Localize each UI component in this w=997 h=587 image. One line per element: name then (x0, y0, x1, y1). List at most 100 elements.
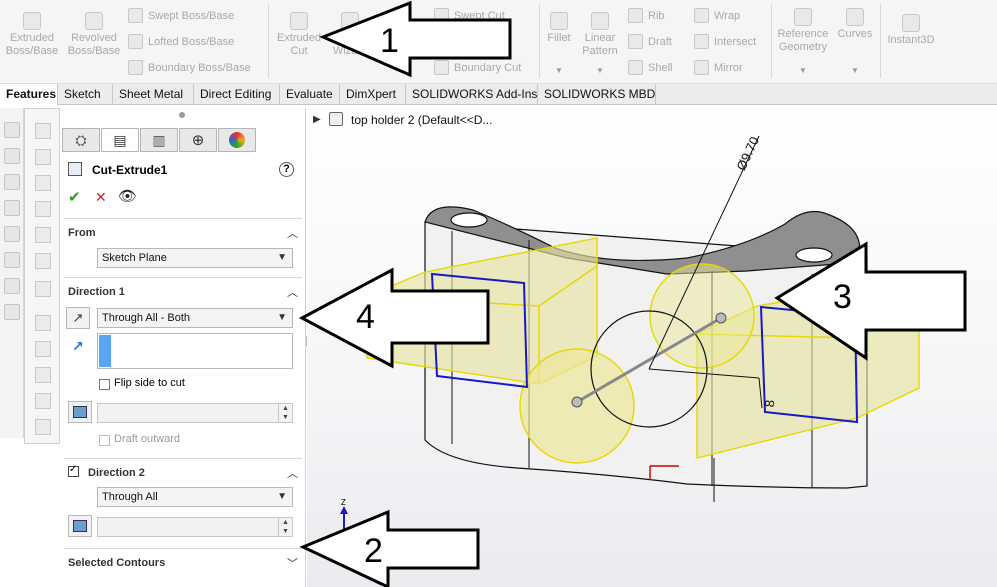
flyout-icon[interactable] (35, 175, 51, 191)
callout-label-3: 3 (833, 278, 852, 316)
direction2-end-condition-select[interactable]: Through All ▼ (97, 487, 293, 507)
spinner-up-icon[interactable]: ▲ (278, 518, 292, 527)
extruded-cut-button[interactable]: Extruded Cut (274, 12, 324, 58)
draft-button[interactable]: Draft (628, 34, 672, 49)
revolved-boss-button[interactable]: Revolved Boss/Base (66, 12, 122, 58)
boundary-boss-button[interactable]: Boundary Boss/Base (128, 60, 251, 75)
tab-property-manager[interactable]: ▤ (101, 128, 139, 152)
tab-feature-manager[interactable]: ⛭ (62, 128, 100, 152)
draft-toggle-button[interactable] (68, 401, 92, 423)
intersect-button[interactable]: Intersect (694, 34, 756, 49)
swept-boss-button[interactable]: Swept Boss/Base (128, 8, 234, 23)
flyout-icon[interactable] (35, 341, 51, 357)
tab-solidworks-addins[interactable]: SOLIDWORKS Add-Ins (406, 84, 538, 105)
tab-features[interactable]: Features (0, 84, 58, 105)
tool-icon[interactable] (4, 148, 20, 164)
tool-icon[interactable] (4, 200, 20, 216)
extruded-cut-icon (290, 12, 308, 30)
tab-sheet-metal[interactable]: Sheet Metal (113, 84, 194, 105)
curves-button[interactable]: Curves (834, 8, 876, 41)
graphics-area[interactable]: ▶ top holder 2 (Default<<D... Ø9.70 8 (307, 106, 997, 587)
draft-outward-label: Draft outward (114, 433, 181, 445)
tab-display-manager[interactable] (218, 128, 256, 152)
tab-evaluate[interactable]: Evaluate (280, 84, 340, 105)
reverse-direction-button[interactable]: ↗ (66, 307, 90, 329)
lofted-cut-button[interactable]: Lofted Cut (434, 34, 505, 49)
cancel-x-icon[interactable]: ✕ (95, 189, 107, 206)
direction-vector-icon: ↗ (72, 338, 84, 354)
mirror-button[interactable]: Mirror (694, 60, 743, 75)
panel-grip-icon[interactable] (179, 112, 185, 118)
reverse-direction-icon: ↗ (72, 310, 84, 325)
mirror-icon (694, 60, 709, 75)
tab-direct-editing[interactable]: Direct Editing (194, 84, 280, 105)
depth-dimension[interactable]: 8 (762, 399, 778, 408)
tab-dimxpert-manager[interactable]: ⊕ (179, 128, 217, 152)
selected-contours-title[interactable]: Selected Contours (68, 557, 165, 569)
collapse-chevron-icon[interactable]: ︿ (287, 284, 298, 300)
reference-geometry-button[interactable]: Reference Geometry (774, 8, 832, 54)
linear-pattern-button[interactable]: Linear Pattern (578, 12, 622, 58)
flyout-icon[interactable] (35, 201, 51, 217)
chevron-down-icon: ▼ (277, 252, 287, 263)
spinner-down-icon[interactable]: ▼ (278, 413, 292, 422)
spinner-up-icon[interactable]: ▲ (278, 404, 292, 413)
flyout-icon[interactable] (35, 227, 51, 243)
direction-vector-selection-box[interactable] (97, 333, 293, 369)
ok-check-icon[interactable]: ✔ (68, 188, 81, 206)
linear-pattern-icon (591, 12, 609, 30)
extruded-boss-button[interactable]: Extruded Boss/Base (4, 12, 60, 58)
reference-geometry-dropdown-icon[interactable]: ▼ (799, 66, 807, 75)
direction2-checkbox[interactable]: ✓ (68, 464, 79, 477)
draft-toggle-button-2[interactable] (68, 515, 92, 537)
flyout-icon[interactable] (35, 253, 51, 269)
flip-side-label: Flip side to cut (114, 377, 185, 389)
flyout-icon[interactable] (35, 123, 51, 139)
rib-button[interactable]: Rib (628, 8, 665, 23)
tool-icon[interactable] (4, 174, 20, 190)
tool-icon[interactable] (4, 278, 20, 294)
curves-dropdown-icon[interactable]: ▼ (851, 66, 859, 75)
expand-chevron-icon[interactable]: ﹀ (287, 555, 298, 571)
lofted-boss-button[interactable]: Lofted Boss/Base (128, 34, 234, 49)
draft-outward-checkbox[interactable] (99, 435, 110, 446)
tab-dimxpert[interactable]: DimXpert (340, 84, 406, 105)
draft-angle-spinner[interactable]: ▲ ▼ (97, 403, 293, 423)
tab-solidworks-mbd[interactable]: SOLIDWORKS MBD (538, 84, 656, 105)
flyout-icon[interactable] (35, 367, 51, 383)
tab-sketch[interactable]: Sketch (58, 84, 113, 105)
swept-cut-button[interactable]: Swept Cut (434, 8, 505, 23)
swept-boss-icon (128, 8, 143, 23)
wrap-button[interactable]: Wrap (694, 8, 740, 23)
from-select[interactable]: Sketch Plane ▼ (97, 248, 293, 268)
tool-icon[interactable] (4, 226, 20, 242)
flip-side-checkbox[interactable] (99, 379, 110, 390)
tool-icon[interactable] (4, 304, 20, 320)
fillet-dropdown-icon[interactable]: ▼ (555, 66, 563, 75)
collapse-chevron-icon[interactable]: ︿ (287, 225, 298, 241)
end-condition-select[interactable]: Through All - Both ▼ (97, 308, 293, 328)
lofted-boss-icon (128, 34, 143, 49)
selected-contours-section: Selected Contours ﹀ (64, 548, 302, 584)
help-button[interactable]: ? (279, 162, 294, 177)
boundary-cut-button[interactable]: Boundary Cut (434, 60, 521, 75)
tab-configuration-manager[interactable]: ▥ (140, 128, 178, 152)
spinner-down-icon[interactable]: ▼ (278, 527, 292, 536)
flyout-icon[interactable] (35, 419, 51, 435)
hole-wizard-button[interactable]: Hole Wizard (326, 12, 374, 58)
shell-button[interactable]: Shell (628, 60, 672, 75)
tool-icon[interactable] (4, 122, 20, 138)
instant3d-button[interactable]: Instant3D (882, 14, 940, 47)
detailed-preview-eye-icon[interactable]: 👁 (118, 187, 137, 205)
linear-pattern-dropdown-icon[interactable]: ▼ (596, 66, 604, 75)
flyout-icon[interactable] (35, 315, 51, 331)
flyout-icon[interactable] (35, 393, 51, 409)
flyout-icon[interactable] (35, 281, 51, 297)
draft-angle-spinner-2[interactable]: ▲ ▼ (97, 517, 293, 537)
axis-end-point (571, 396, 583, 408)
boundary-cut-icon (434, 60, 449, 75)
collapse-chevron-icon[interactable]: ︿ (287, 465, 298, 481)
flyout-icon[interactable] (35, 149, 51, 165)
tool-icon[interactable] (4, 252, 20, 268)
fillet-button[interactable]: Fillet (542, 12, 576, 45)
